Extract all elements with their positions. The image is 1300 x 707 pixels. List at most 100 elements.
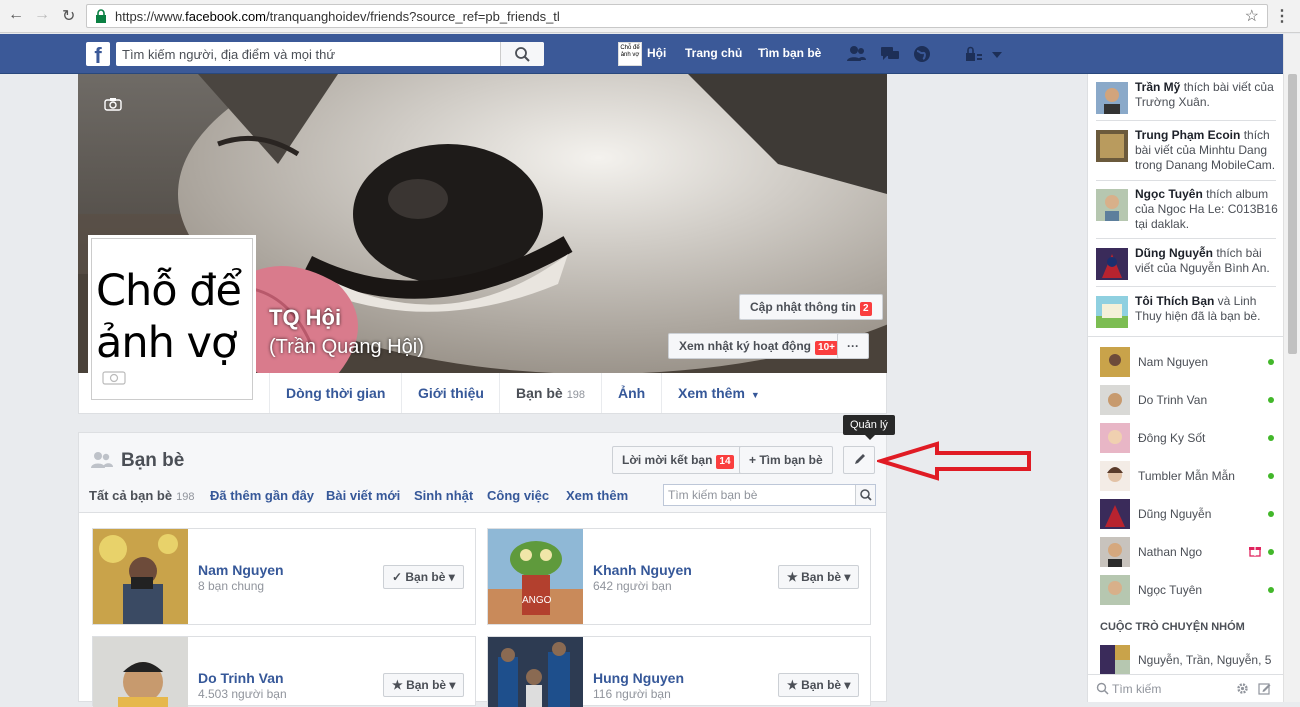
browser-menu-icon[interactable]: ⋮ bbox=[1274, 6, 1290, 26]
divider bbox=[1096, 238, 1276, 239]
tab-more[interactable]: Xem thêm ▼ bbox=[661, 373, 776, 413]
search-button[interactable] bbox=[500, 42, 544, 66]
friends-search-button[interactable] bbox=[855, 485, 875, 505]
find-friends-button[interactable]: + Tìm bạn bè bbox=[739, 446, 833, 474]
profile-camera-icon[interactable] bbox=[102, 369, 126, 385]
tab-timeline[interactable]: Dòng thời gian bbox=[269, 373, 401, 413]
global-search bbox=[116, 42, 544, 66]
facebook-logo[interactable]: f bbox=[86, 42, 110, 68]
friend-status-button[interactable]: ★ Bạn bè ▾ bbox=[778, 673, 860, 697]
page-scrollbar[interactable] bbox=[1283, 34, 1300, 702]
friend-count[interactable]: 4.503 người bạn bbox=[198, 687, 287, 701]
manage-friends-button[interactable] bbox=[843, 446, 875, 474]
friend-name[interactable]: Hung Nguyen bbox=[593, 670, 684, 686]
friend-requests-icon[interactable] bbox=[846, 44, 866, 64]
manage-tooltip: Quản lý bbox=[843, 415, 895, 440]
tab-photos[interactable]: Ảnh bbox=[601, 373, 661, 413]
account-menu-caret-icon[interactable] bbox=[988, 44, 1008, 64]
chat-avatar bbox=[1100, 499, 1130, 529]
forward-icon[interactable]: → bbox=[34, 6, 50, 24]
subtab-work[interactable]: Công việc bbox=[487, 488, 549, 503]
cover-camera-icon[interactable] bbox=[104, 97, 122, 111]
chat-search-input[interactable] bbox=[1112, 681, 1232, 697]
friend-photo[interactable] bbox=[93, 529, 188, 624]
subtab-see-more[interactable]: Xem thêm bbox=[566, 488, 628, 503]
friend-photo[interactable]: ANGO bbox=[488, 529, 583, 624]
friend-count[interactable]: 116 người bạn bbox=[593, 687, 671, 701]
address-bar[interactable]: https://www.facebook.com/tranquanghoidev… bbox=[86, 4, 1268, 28]
chat-contact[interactable]: Tumbler Mẫn Mẫn bbox=[1100, 461, 1276, 493]
ticker-avatar bbox=[1096, 296, 1128, 328]
nav-profile-link[interactable]: Hội bbox=[647, 46, 666, 60]
nav-home-link[interactable]: Trang chủ bbox=[685, 46, 742, 60]
subtab-recently-added[interactable]: Đã thêm gần đây bbox=[210, 488, 314, 503]
update-info-button[interactable]: Cập nhật thông tin 2 bbox=[739, 294, 883, 320]
friend-requests-button[interactable]: Lời mời kết bạn 14 bbox=[612, 446, 744, 474]
ticker-item[interactable]: Ngọc Tuyên thích album của Ngoc Ha Le: C… bbox=[1096, 187, 1278, 239]
friend-card: Do Trinh Van 4.503 người bạn ★ Bạn bè ▾ bbox=[92, 636, 476, 707]
divider bbox=[1096, 180, 1276, 181]
notifications-globe-icon[interactable] bbox=[912, 44, 932, 64]
search-icon bbox=[1096, 682, 1109, 695]
divider bbox=[1096, 286, 1276, 287]
friends-search bbox=[663, 484, 876, 506]
reload-icon[interactable]: ↻ bbox=[62, 6, 75, 26]
friend-mutual[interactable]: 8 bạn chung bbox=[198, 579, 264, 593]
friend-name[interactable]: Nam Nguyen bbox=[198, 562, 284, 578]
tab-about[interactable]: Giới thiệu bbox=[401, 373, 500, 413]
friend-photo[interactable] bbox=[488, 637, 583, 707]
friend-card: Hung Nguyen 116 người bạn ★ Bạn bè ▾ bbox=[487, 636, 871, 707]
nav-find-friends-link[interactable]: Tìm bạn bè bbox=[758, 46, 821, 60]
chat-avatar bbox=[1100, 575, 1130, 605]
bookmark-star-icon[interactable]: ☆ bbox=[1245, 6, 1259, 26]
online-dot bbox=[1268, 359, 1274, 365]
divider bbox=[1096, 120, 1276, 121]
friend-status-button[interactable]: ★ Bạn bè ▾ bbox=[383, 673, 465, 697]
friends-title: Bạn bè bbox=[121, 450, 185, 471]
friend-photo[interactable] bbox=[93, 637, 188, 707]
friend-name[interactable]: Do Trinh Van bbox=[198, 670, 284, 686]
subtab-new-posts[interactable]: Bài viết mới bbox=[326, 488, 400, 503]
chat-contact[interactable]: Nam Nguyen bbox=[1100, 347, 1276, 379]
chat-contact[interactable]: Đông Ky Sốt bbox=[1100, 423, 1276, 455]
global-search-input[interactable] bbox=[122, 45, 502, 63]
friends-search-input[interactable] bbox=[668, 487, 848, 503]
back-icon[interactable]: ← bbox=[8, 6, 24, 24]
friend-status-button[interactable]: ★ Bạn bè ▾ bbox=[778, 565, 860, 589]
chat-contact[interactable]: Ngọc Tuyên bbox=[1100, 575, 1276, 607]
chat-avatar bbox=[1100, 347, 1130, 377]
chat-contact[interactable]: Nathan Ngo bbox=[1100, 537, 1276, 569]
tab-friends[interactable]: Bạn bè 198 bbox=[499, 373, 601, 413]
profile-picture[interactable]: Chỗ để ảnh vợ bbox=[91, 238, 253, 400]
more-options-button[interactable]: ··· bbox=[837, 333, 869, 359]
chat-avatar bbox=[1100, 645, 1130, 675]
profile-picture-text: Chỗ để ảnh vợ bbox=[96, 266, 242, 368]
compose-icon[interactable] bbox=[1258, 682, 1271, 695]
search-icon bbox=[860, 489, 872, 501]
ticker-item[interactable]: Trần Mỹ thích bài viết của Trường Xuân. bbox=[1096, 80, 1276, 120]
ticker-avatar bbox=[1096, 248, 1128, 280]
chat-contact[interactable]: Dũng Nguyễn bbox=[1100, 499, 1276, 531]
activity-log-button[interactable]: Xem nhật ký hoạt động 10+ bbox=[668, 333, 849, 359]
scrollbar-thumb[interactable] bbox=[1288, 74, 1297, 354]
chat-search bbox=[1088, 674, 1284, 702]
friend-status-button[interactable]: ✓ Bạn bè ▾ bbox=[383, 565, 464, 589]
subtab-birthdays[interactable]: Sinh nhật bbox=[414, 488, 473, 503]
group-chats-heading: CUỘC TRÒ CHUYỆN NHÓM bbox=[1100, 621, 1245, 633]
friend-name[interactable]: Khanh Nguyen bbox=[593, 562, 692, 578]
group-chat[interactable]: Nguyễn, Trần, Nguyễn, 5 ... bbox=[1100, 645, 1276, 681]
profile-name[interactable]: TQ Hội bbox=[269, 305, 341, 331]
profile-alternate-name: (Trần Quang Hội) bbox=[269, 336, 424, 358]
ticker-item[interactable]: Trung Phạm Ecoin thích bài viết của Minh… bbox=[1096, 128, 1276, 180]
activity-log-badge: 10+ bbox=[815, 341, 838, 355]
subtab-all-friends[interactable]: Tất cả bạn bè 198 bbox=[89, 488, 194, 503]
friends-count: 198 bbox=[566, 389, 586, 401]
friend-count[interactable]: 642 người bạn bbox=[593, 579, 672, 593]
chat-contact[interactable]: Do Trinh Van bbox=[1100, 385, 1276, 417]
gear-icon[interactable] bbox=[1236, 682, 1249, 695]
ticker-item[interactable]: Dũng Nguyễn thích bài viết của Nguyễn Bì… bbox=[1096, 246, 1276, 286]
messages-icon[interactable] bbox=[880, 44, 900, 64]
ticker-item[interactable]: Tôi Thích Bạn và Linh Thuy hiện đã là bạ… bbox=[1096, 294, 1276, 334]
privacy-shortcuts-icon[interactable] bbox=[964, 44, 984, 64]
nav-profile-avatar[interactable]: Chỗ để ảnh vợ bbox=[618, 42, 642, 66]
